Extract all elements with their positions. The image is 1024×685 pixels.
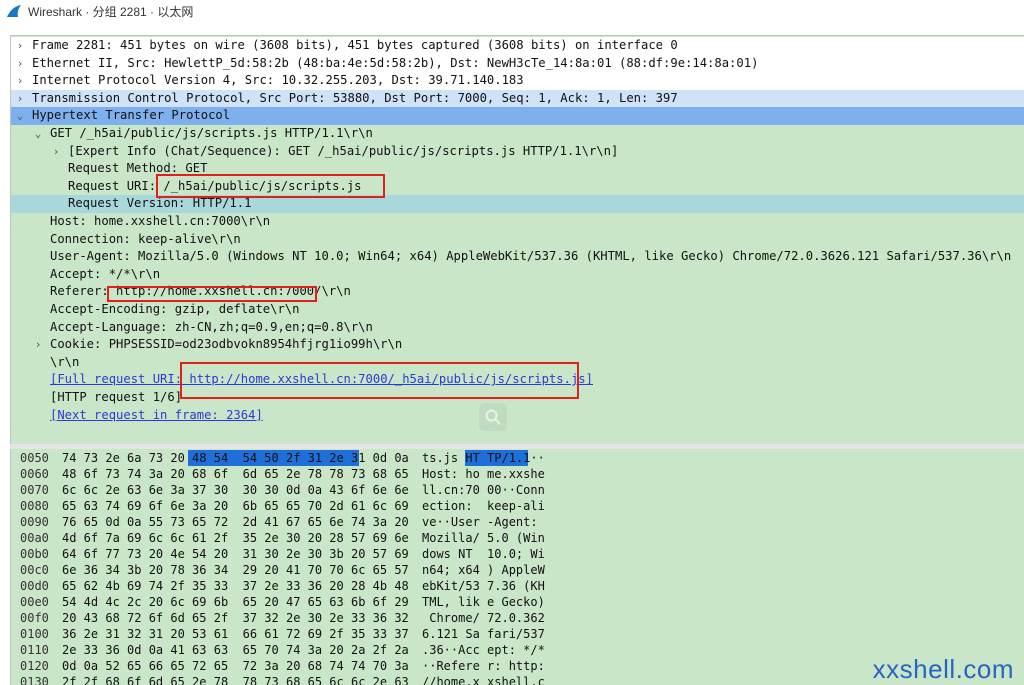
next-request-link[interactable]: [Next request in frame: 2364] bbox=[50, 407, 263, 425]
watermark-text: xxshell.com bbox=[872, 654, 1014, 684]
full-request-uri-label[interactable]: [Full request URI: bbox=[50, 372, 189, 386]
hex-row[interactable]: 00c0 6e 36 34 3b 20 78 36 34 29 20 41 70 … bbox=[11, 562, 1024, 578]
annotation-box-referer bbox=[107, 286, 317, 302]
window-title: Wireshark · 分组 2281 · 以太网 bbox=[28, 4, 194, 19]
tree-row-user-agent[interactable]: User-Agent: Mozilla/5.0 (Windows NT 10.0… bbox=[11, 248, 1024, 266]
search-icon bbox=[479, 403, 507, 431]
tree-row-ethernet[interactable]: › Ethernet II, Src: HewlettP_5d:58:2b (4… bbox=[11, 54, 1024, 73]
hex-row[interactable]: 00d0 65 62 4b 69 74 2f 35 33 37 2e 33 36 … bbox=[11, 578, 1024, 594]
packet-details-tree[interactable]: › Frame 2281: 451 bytes on wire (3608 bi… bbox=[10, 35, 1024, 444]
tree-row-host[interactable]: Host: home.xxshell.cn:7000\r\n bbox=[11, 213, 1024, 231]
chevron-right-icon[interactable]: › bbox=[13, 72, 27, 90]
hex-row[interactable]: 0080 65 63 74 69 6f 6e 3a 20 6b 65 65 70 … bbox=[11, 498, 1024, 514]
full-request-uri-close[interactable]: ] bbox=[586, 372, 593, 386]
window-titlebar: Wireshark · 分组 2281 · 以太网 bbox=[0, 0, 1024, 22]
tree-row-connection[interactable]: Connection: keep-alive\r\n bbox=[11, 231, 1024, 249]
hex-row[interactable]: 0060 48 6f 73 74 3a 20 68 6f 6d 65 2e 78 … bbox=[11, 466, 1024, 482]
chevron-down-icon[interactable]: ⌄ bbox=[13, 107, 27, 125]
tree-row-get[interactable]: ⌄ GET /_h5ai/public/js/scripts.js HTTP/1… bbox=[11, 125, 1024, 143]
wireshark-fin-icon bbox=[7, 5, 21, 17]
hex-row[interactable]: 00f0 20 43 68 72 6f 6d 65 2f 37 32 2e 30 … bbox=[11, 610, 1024, 626]
tree-row-http[interactable]: ⌄ Hypertext Transfer Protocol bbox=[11, 107, 1024, 125]
hex-row[interactable]: 0070 6c 6c 2e 63 6e 3a 37 30 30 30 0d 0a … bbox=[11, 482, 1024, 498]
chevron-right-icon[interactable]: › bbox=[13, 55, 27, 73]
chevron-right-icon[interactable]: › bbox=[13, 90, 27, 108]
chevron-right-icon[interactable]: › bbox=[13, 37, 27, 55]
tree-row-accept-encoding[interactable]: Accept-Encoding: gzip, deflate\r\n bbox=[11, 301, 1024, 319]
tree-row-tcp[interactable]: › Transmission Control Protocol, Src Por… bbox=[11, 89, 1024, 108]
hex-row[interactable]: 0050 74 73 2e 6a 73 20 48 54 54 50 2f 31 … bbox=[11, 450, 1024, 466]
annotation-box-full-uri bbox=[180, 362, 579, 399]
hex-row[interactable]: 00a0 4d 6f 7a 69 6c 6c 61 2f 35 2e 30 20 … bbox=[11, 530, 1024, 546]
hex-row[interactable]: 00b0 64 6f 77 73 20 4e 54 20 31 30 2e 30 … bbox=[11, 546, 1024, 562]
chevron-down-icon[interactable]: ⌄ bbox=[31, 125, 45, 143]
chevron-right-icon[interactable]: › bbox=[31, 336, 45, 354]
chevron-right-icon[interactable]: › bbox=[49, 143, 63, 161]
tree-row-request-version[interactable]: Request Version: HTTP/1.1 bbox=[11, 195, 1024, 213]
tree-row-accept-language[interactable]: Accept-Language: zh-CN,zh;q=0.9,en;q=0.8… bbox=[11, 319, 1024, 337]
tree-row-frame[interactable]: › Frame 2281: 451 bytes on wire (3608 bi… bbox=[11, 37, 1024, 55]
packet-bytes-pane[interactable]: 0050 74 73 2e 6a 73 20 48 54 54 50 2f 31 … bbox=[10, 449, 1024, 685]
tree-row-accept[interactable]: Accept: */*\r\n bbox=[11, 266, 1024, 284]
hex-row[interactable]: 0100 36 2e 31 32 31 20 53 61 66 61 72 69 … bbox=[11, 626, 1024, 642]
hex-row[interactable]: 00e0 54 4d 4c 2c 20 6c 69 6b 65 20 47 65 … bbox=[11, 594, 1024, 610]
tree-row-ipv4[interactable]: › Internet Protocol Version 4, Src: 10.3… bbox=[11, 72, 1024, 90]
tree-row-cookie[interactable]: › Cookie: PHPSESSID=od23odbvokn8954hfjrg… bbox=[11, 336, 1024, 354]
annotation-box-request-uri bbox=[156, 174, 385, 198]
tree-row-expert-info[interactable]: › [Expert Info (Chat/Sequence): GET /_h5… bbox=[11, 143, 1024, 161]
hex-row[interactable]: 0090 76 65 0d 0a 55 73 65 72 2d 41 67 65 … bbox=[11, 514, 1024, 530]
tree-row-next-request[interactable]: [Next request in frame: 2364] bbox=[11, 407, 1024, 425]
